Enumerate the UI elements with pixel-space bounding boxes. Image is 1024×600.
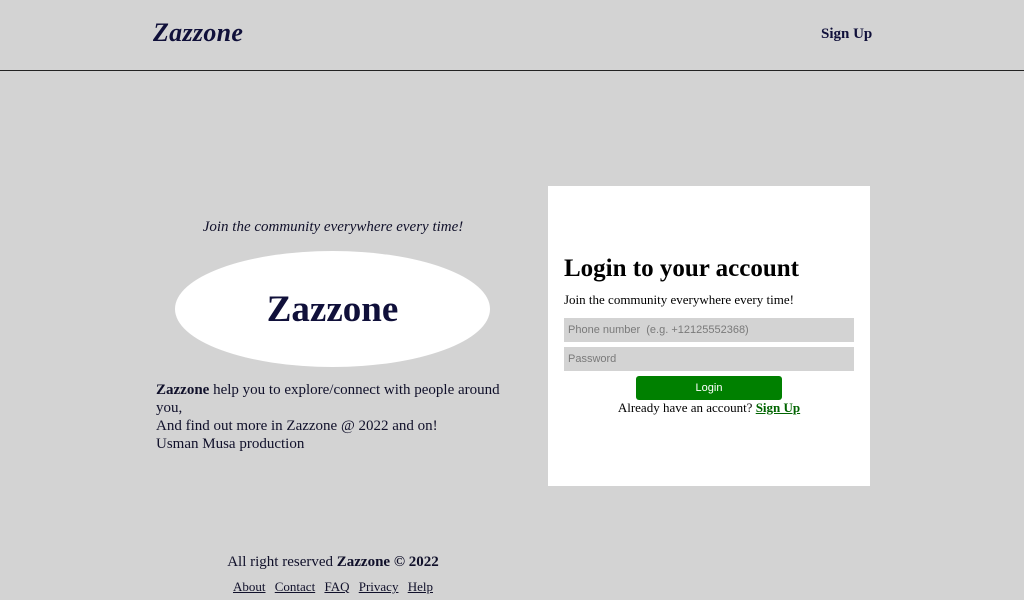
footer-link-help[interactable]: Help xyxy=(408,579,433,594)
hero-logo-oval: Zazzone xyxy=(175,251,490,367)
footer-link-contact[interactable]: Contact xyxy=(275,579,315,594)
login-subtitle: Join the community everywhere every time… xyxy=(564,292,794,307)
login-card: Login to your account Join the community… xyxy=(548,186,870,486)
about-line-3: Usman Musa production xyxy=(156,436,305,452)
footer-link-about[interactable]: About xyxy=(233,579,266,594)
brand-logo[interactable]: Zazzone xyxy=(153,18,243,48)
copyright-brand: Zazzone © 2022 xyxy=(336,554,439,570)
already-account-label: Already have an account? xyxy=(617,400,756,415)
signup-link[interactable]: Sign Up xyxy=(756,400,800,415)
already-account-text: Already have an account? Sign Up xyxy=(548,400,870,416)
hero-tagline: Join the community everywhere every time… xyxy=(202,219,464,235)
about-brand: Zazzone xyxy=(156,382,210,398)
footer-links: About Contact FAQ Privacy Help xyxy=(156,579,510,595)
password-input[interactable] xyxy=(564,347,854,371)
phone-input[interactable] xyxy=(564,318,854,342)
copyright-prefix: All right reserved xyxy=(227,554,337,570)
top-navbar: Zazzone Sign Up xyxy=(0,0,1024,71)
login-button[interactable]: Login xyxy=(636,376,782,400)
login-title: Login to your account xyxy=(564,255,799,282)
header-signup-link[interactable]: Sign Up xyxy=(821,26,872,43)
about-line-2: And find out more in Zazzone @ 2022 and … xyxy=(156,418,438,434)
footer-link-privacy[interactable]: Privacy xyxy=(359,579,399,594)
about-text: Zazzone help you to explore/connect with… xyxy=(156,381,521,453)
hero-logo-text: Zazzone xyxy=(266,288,399,330)
footer-link-faq[interactable]: FAQ xyxy=(324,579,349,594)
footer-copyright: All right reserved Zazzone © 2022 xyxy=(156,554,510,571)
